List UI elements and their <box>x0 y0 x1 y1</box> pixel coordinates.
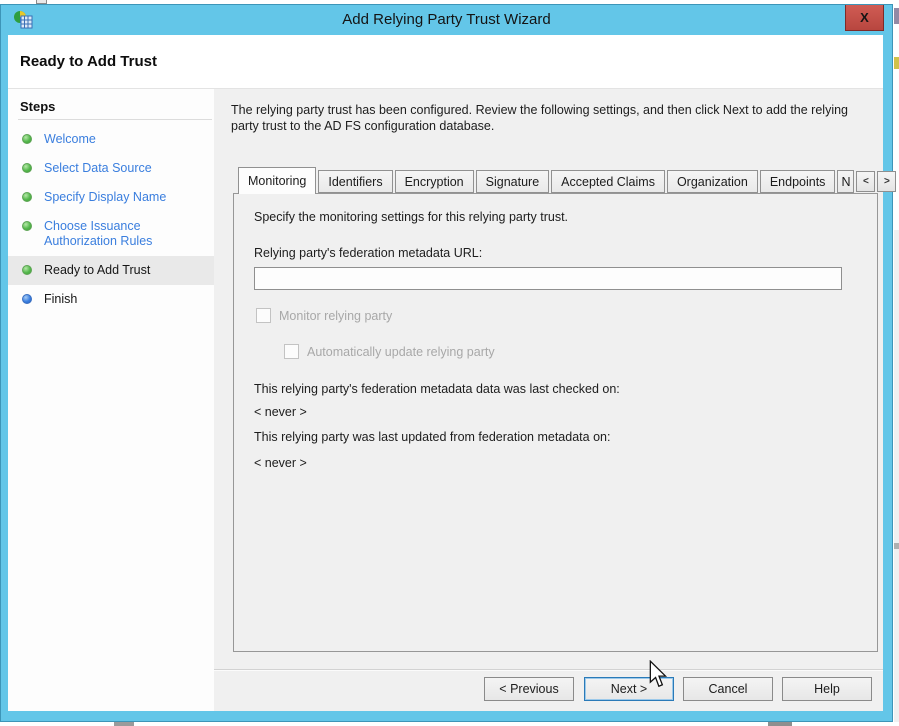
sidebar-item-label: Welcome <box>44 132 96 146</box>
sidebar-item-ready-to-add-trust: Ready to Add Trust <box>8 256 214 285</box>
screen: Add Relying Party Trust Wizard X Ready t… <box>0 0 899 726</box>
sidebar-item-welcome[interactable]: Welcome <box>8 125 214 154</box>
step-completed-icon <box>22 221 32 231</box>
last-checked-value: < never > <box>254 405 307 419</box>
tab-scroll-left-button[interactable]: < <box>856 171 875 192</box>
tab-organization[interactable]: Organization <box>667 170 758 193</box>
background-fragment <box>894 230 899 722</box>
cancel-button[interactable]: Cancel <box>683 677 773 701</box>
auto-update-relying-party-checkbox <box>284 344 299 359</box>
adfs-icon <box>13 9 33 29</box>
background-fragment <box>894 57 899 69</box>
sidebar-item-label: Ready to Add Trust <box>44 263 150 277</box>
help-button[interactable]: Help <box>782 677 872 701</box>
tab-encryption[interactable]: Encryption <box>395 170 474 193</box>
last-updated-label: This relying party was last updated from… <box>254 430 610 444</box>
sidebar-item-choose-issuance-authorization-rules[interactable]: Choose Issuance Authorization Rules <box>8 212 214 256</box>
auto-update-relying-party-label: Automatically update relying party <box>307 345 495 359</box>
tab-notes-truncated[interactable]: N <box>837 170 854 193</box>
federation-metadata-url-label: Relying party's federation metadata URL: <box>254 246 482 260</box>
sidebar-item-label: Specify Display Name <box>44 190 166 204</box>
monitoring-intro-text: Specify the monitoring settings for this… <box>254 210 568 224</box>
page-header: Ready to Add Trust <box>8 35 883 89</box>
title-bar: Add Relying Party Trust Wizard X <box>1 5 892 34</box>
footer-divider <box>214 669 883 671</box>
next-button[interactable]: Next > <box>584 677 674 701</box>
background-fragment <box>114 722 134 726</box>
sidebar-item-label: Choose Issuance Authorization Rules <box>44 219 152 248</box>
dialog-body: Ready to Add Trust Steps Welcome Select … <box>8 35 883 711</box>
tab-identifiers[interactable]: Identifiers <box>318 170 392 193</box>
steps-sidebar: Steps Welcome Select Data Source Specify… <box>8 89 214 711</box>
monitoring-tab-panel: Specify the monitoring settings for this… <box>233 193 878 652</box>
monitor-relying-party-checkbox <box>256 308 271 323</box>
step-completed-icon <box>22 134 32 144</box>
step-completed-icon <box>22 192 32 202</box>
wizard-window: Add Relying Party Trust Wizard X Ready t… <box>0 4 893 722</box>
federation-metadata-url-input[interactable] <box>254 267 842 290</box>
steps-heading: Steps <box>8 89 214 119</box>
monitor-relying-party-row: Monitor relying party <box>256 308 392 323</box>
tab-monitoring[interactable]: Monitoring <box>238 167 316 194</box>
page-title: Ready to Add Trust <box>8 35 883 70</box>
wizard-content: The relying party trust has been configu… <box>214 89 883 711</box>
last-checked-label: This relying party's federation metadata… <box>254 382 620 396</box>
page-description: The relying party trust has been configu… <box>231 102 861 134</box>
step-upcoming-icon <box>22 294 32 304</box>
monitor-relying-party-label: Monitor relying party <box>279 309 392 323</box>
steps-divider <box>18 119 212 120</box>
tab-endpoints[interactable]: Endpoints <box>760 170 836 193</box>
sidebar-item-select-data-source[interactable]: Select Data Source <box>8 154 214 183</box>
tab-signature[interactable]: Signature <box>476 170 550 193</box>
last-updated-value: < never > <box>254 456 307 470</box>
window-title: Add Relying Party Trust Wizard <box>1 11 892 28</box>
sidebar-item-label: Select Data Source <box>44 161 152 175</box>
sidebar-item-finish: Finish <box>8 285 214 314</box>
background-fragment <box>894 543 899 549</box>
step-current-icon <box>22 265 32 275</box>
settings-tab-strip: Monitoring Identifiers Encryption Signat… <box>238 166 896 194</box>
step-completed-icon <box>22 163 32 173</box>
sidebar-item-specify-display-name[interactable]: Specify Display Name <box>8 183 214 212</box>
background-fragment <box>894 8 899 24</box>
auto-update-relying-party-row: Automatically update relying party <box>284 344 495 359</box>
tab-accepted-claims[interactable]: Accepted Claims <box>551 170 665 193</box>
tab-scroll-right-button[interactable]: > <box>877 171 896 192</box>
close-button[interactable]: X <box>845 5 884 31</box>
sidebar-item-label: Finish <box>44 292 77 306</box>
previous-button[interactable]: < Previous <box>484 677 574 701</box>
